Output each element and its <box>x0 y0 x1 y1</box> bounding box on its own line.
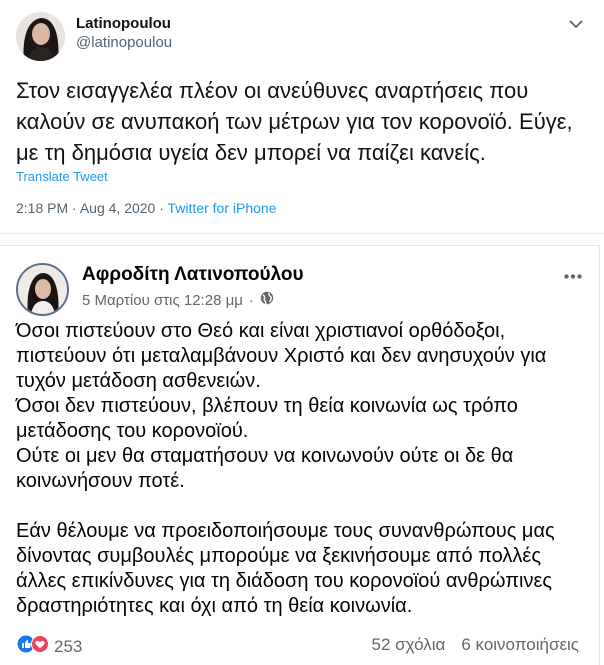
meta-separator: · <box>72 200 77 216</box>
chevron-down-icon[interactable] <box>564 12 588 36</box>
fb-post-text: Όσοι πιστεύουν στο Θεό και είναι χριστια… <box>16 319 586 619</box>
display-name[interactable]: Latinopoulou <box>76 15 172 32</box>
globe-icon <box>260 291 274 309</box>
love-icon <box>31 635 49 658</box>
translate-tweet-link[interactable]: Translate Tweet <box>16 169 108 184</box>
comments-count[interactable]: 52 σχόλια <box>372 635 446 655</box>
fb-author-name[interactable]: Αφροδίτη Λατινοπούλου <box>82 264 304 286</box>
tweet-meta: 2:18 PM · Aug 4, 2020 · Twitter for iPho… <box>16 200 276 216</box>
fb-post-date[interactable]: 5 Μαρτίου στις 12:28 μμ <box>82 292 243 309</box>
tweet-time[interactable]: 2:18 PM <box>16 200 68 216</box>
tweet-source-link[interactable]: Twitter for iPhone <box>168 200 277 216</box>
fb-engagement-counts: 52 σχόλια 6 κοινοποιήσεις <box>372 635 579 655</box>
fb-reactions[interactable]: 253 <box>17 635 82 658</box>
more-options-icon[interactable] <box>561 266 585 286</box>
tweet-header: Latinopoulou @latinopoulou <box>16 12 588 61</box>
user-handle[interactable]: @latinopoulou <box>76 34 172 51</box>
facebook-post-card: Αφροδίτη Λατινοπούλου 5 Μαρτίου στις 12:… <box>0 245 600 665</box>
divider <box>0 233 604 234</box>
user-avatar[interactable] <box>16 12 65 61</box>
tweet-date[interactable]: Aug 4, 2020 <box>80 200 156 216</box>
shares-count[interactable]: 6 κοινοποιήσεις <box>461 635 579 655</box>
reactions-count: 253 <box>54 636 83 656</box>
fb-dot: · <box>248 291 254 309</box>
fb-author-avatar[interactable] <box>16 263 69 316</box>
fb-paragraph: Όσοι πιστεύουν στο Θεό και είναι χριστια… <box>16 320 547 492</box>
fb-paragraph: Εάν θέλουμε να προειδοποιήσουμε τους συν… <box>16 520 555 617</box>
fb-post-subline: 5 Μαρτίου στις 12:28 μμ · <box>82 291 274 309</box>
tweet-text: Στον εισαγγελέα πλέον οι ανεύθυνες αναρτ… <box>16 78 573 165</box>
meta-separator: · <box>159 200 164 216</box>
